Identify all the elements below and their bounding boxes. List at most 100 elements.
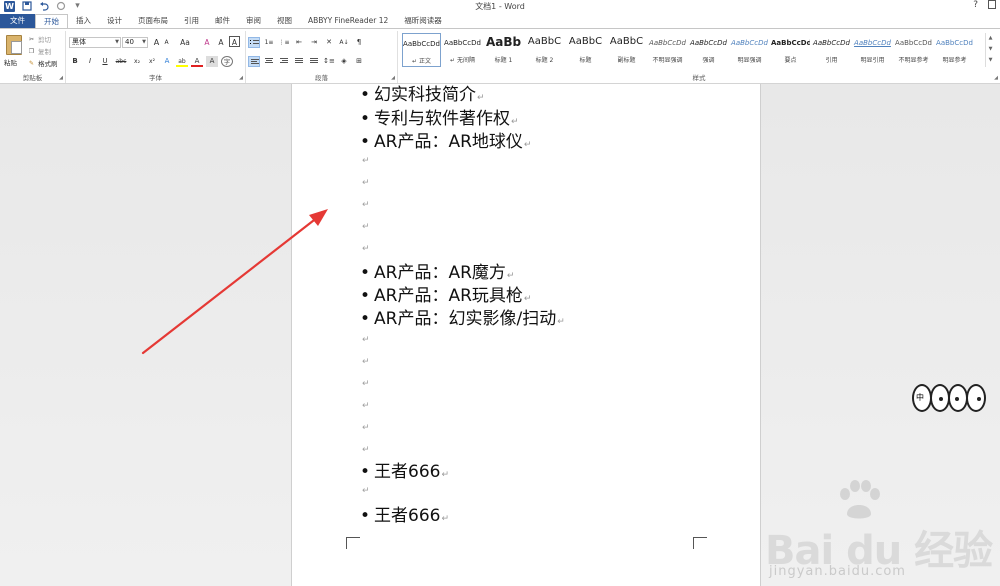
tab-view[interactable]: 视图 (269, 14, 300, 28)
tab-file[interactable]: 文件 (0, 14, 35, 28)
tab-home[interactable]: 开始 (35, 14, 68, 28)
bold-button[interactable]: B (69, 56, 81, 67)
subscript-button[interactable]: x₂ (131, 56, 143, 67)
style-subtle-emphasis[interactable]: AaBbCcDd 不明显强调 (648, 33, 687, 67)
red-arrow-annotation (141, 209, 328, 355)
clipboard-launcher-icon[interactable]: ◢ (59, 75, 63, 81)
more-styles-icon[interactable]: ▼ (986, 55, 995, 66)
line-spacing-button[interactable]: ↕≡ (323, 56, 335, 67)
strikethrough-button[interactable]: abc (114, 56, 128, 67)
increase-indent-button[interactable]: ⇥ (308, 37, 320, 48)
tab-page-layout[interactable]: 页面布局 (130, 14, 176, 28)
styles-scroll[interactable]: ▲ ▼ ▼ (985, 33, 995, 67)
tab-references[interactable]: 引用 (176, 14, 207, 28)
underline-button[interactable]: U (99, 56, 111, 67)
tab-mailings[interactable]: 邮件 (207, 14, 238, 28)
style-sample: AaBbC (527, 36, 562, 47)
tab-foxit[interactable]: 福昕阅读器 (396, 14, 450, 28)
sort-button[interactable]: A↓ (338, 37, 350, 48)
ribbon: 粘贴 ✂ 剪切 ❐ 复制 ✎ 格式刷 剪贴板 ◢ 黑体 ▼ 40 ▼ A A A… (0, 28, 1000, 84)
font-color-button[interactable]: A (191, 56, 203, 67)
distributed-button[interactable] (308, 56, 320, 67)
style-name: 不明显参考 (898, 57, 929, 64)
clear-formatting-button[interactable]: A (202, 37, 212, 48)
format-painter-button[interactable]: ✎ 格式刷 (28, 58, 58, 69)
style-heading-1[interactable]: AaBb 标题 1 (484, 33, 523, 67)
cut-button[interactable]: ✂ 剪切 (28, 34, 51, 45)
align-center-button[interactable] (263, 56, 275, 67)
style-intense-quote[interactable]: AaBbCcDd 明显引用 (853, 33, 892, 67)
style-heading-2[interactable]: AaBbC 标题 2 (525, 33, 564, 67)
styles-launcher-icon[interactable]: ◢ (994, 75, 998, 81)
style-subtle-reference[interactable]: AaBbCcDd 不明显参考 (894, 33, 933, 67)
character-shading-button[interactable]: A (206, 56, 218, 67)
show-marks-button[interactable]: ¶ (353, 37, 365, 48)
tab-design[interactable]: 设计 (99, 14, 130, 28)
style-title[interactable]: AaBbC 标题 (566, 33, 605, 67)
phonetic-guide-button[interactable]: A (216, 37, 226, 48)
numbering-button[interactable]: 1≡ (263, 37, 275, 48)
style-sample: AaBbCcDd (649, 39, 686, 47)
font-launcher-icon[interactable]: ◢ (239, 75, 243, 81)
style-sample: AaBbCcDd (731, 39, 768, 47)
tab-insert[interactable]: 插入 (68, 14, 99, 28)
enclose-characters-button[interactable]: 字 (221, 56, 233, 67)
style-normal[interactable]: AaBbCcDd ↵ 正文 (402, 33, 441, 67)
paragraph-group-label: 段落 (315, 74, 328, 82)
ribbon-display-icon[interactable] (988, 0, 996, 12)
style-strong[interactable]: AaBbCcDd 要点 (771, 33, 810, 67)
copy-label: 复制 (38, 48, 51, 56)
style-sample: AaBbCcDd (936, 39, 973, 47)
style-subtitle[interactable]: AaBbC 副标题 (607, 33, 646, 67)
style-intense-emphasis[interactable]: AaBbCcDd 明显强调 (730, 33, 769, 67)
shading-button[interactable]: ◈ (338, 56, 350, 67)
multilevel-list-button[interactable]: ⋮≡ (278, 37, 290, 48)
document-title: 文档1 - Word (475, 2, 525, 11)
superscript-button[interactable]: x² (146, 56, 158, 67)
grow-font-button[interactable]: A (152, 37, 161, 48)
align-right-button[interactable] (278, 56, 290, 67)
borders-button[interactable]: ⊞ (353, 56, 365, 67)
chevron-down-icon: ▼ (115, 39, 119, 45)
style-name: 强调 (702, 57, 715, 64)
asian-layout-button[interactable]: ✕ (323, 37, 335, 48)
style-sample: AaBbC (609, 36, 644, 47)
paste-icon[interactable] (6, 35, 22, 55)
scroll-up-icon[interactable]: ▲ (986, 33, 995, 44)
shrink-font-button[interactable]: A (162, 37, 171, 48)
align-left-button[interactable] (248, 56, 260, 67)
style-emphasis[interactable]: AaBbCcDd 强调 (689, 33, 728, 67)
tab-abbyy[interactable]: ABBYY FineReader 12 (300, 14, 396, 28)
style-no-spacing[interactable]: AaBbCcDd ↵ 无间隔 (443, 33, 482, 67)
justify-button[interactable] (293, 56, 305, 67)
scroll-down-icon[interactable]: ▼ (986, 44, 995, 55)
paragraph-launcher-icon[interactable]: ◢ (391, 75, 395, 81)
text-effects-button[interactable]: A (161, 56, 173, 67)
style-intense-reference[interactable]: AaBbCcDd 明显参考 (935, 33, 974, 67)
decrease-indent-button[interactable]: ⇤ (293, 37, 305, 48)
font-name-select[interactable]: 黑体 ▼ (69, 37, 121, 48)
styles-gallery: AaBbCcDd ↵ 正文 AaBbCcDd ↵ 无间隔 AaBb 标题 1 A… (402, 33, 974, 67)
style-name: 明显参考 (942, 57, 967, 64)
scissors-icon: ✂ (28, 35, 35, 43)
style-quote[interactable]: AaBbCcDd 引用 (812, 33, 851, 67)
paste-button[interactable]: 粘贴 (4, 57, 17, 67)
font-group: 黑体 ▼ 40 ▼ A A Aa A A A B I U abc x₂ x² A a… (66, 31, 246, 83)
style-sample: AaBbCcDd (403, 40, 440, 48)
tab-review[interactable]: 审阅 (238, 14, 269, 28)
font-size-value: 40 (125, 38, 134, 46)
font-format-row: B I U abc x₂ x² A ab A A 字 (69, 56, 233, 67)
character-border-button[interactable]: A (229, 36, 240, 47)
format-painter-label: 格式刷 (38, 60, 58, 68)
change-case-button[interactable]: Aa (177, 37, 193, 48)
style-name: ↵ 无间隔 (450, 57, 475, 64)
copy-button[interactable]: ❐ 复制 (28, 46, 51, 57)
font-size-select[interactable]: 40 ▼ (122, 37, 148, 48)
ribbon-tabs: 文件 开始 插入 设计 页面布局 引用 邮件 审阅 视图 ABBYY FineR… (0, 14, 1000, 28)
highlight-button[interactable]: ab (176, 56, 188, 67)
style-sample: AaBb (485, 35, 522, 49)
style-sample: AaBbCcDd (895, 39, 932, 47)
bullets-button[interactable] (248, 37, 260, 48)
help-button[interactable]: ? (973, 0, 978, 12)
italic-button[interactable]: I (84, 56, 96, 67)
